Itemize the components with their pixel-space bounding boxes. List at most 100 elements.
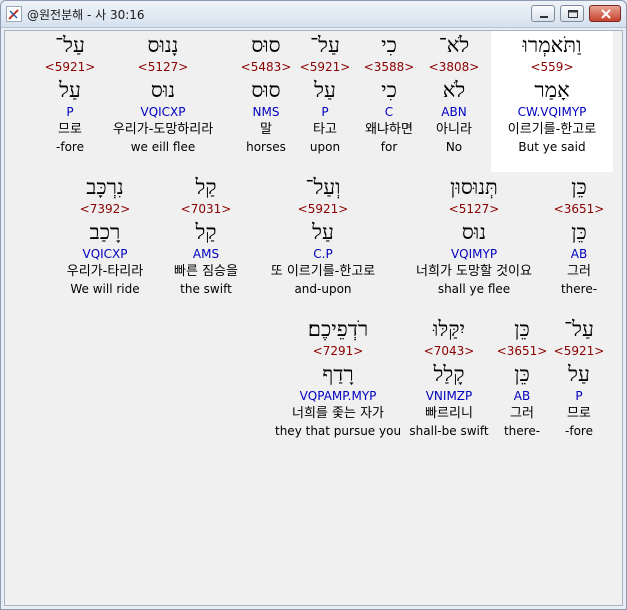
hebrew-word: כֵּן — [514, 317, 530, 341]
parse-code: ABN — [441, 105, 467, 119]
close-icon — [601, 9, 611, 19]
korean-gloss: 그러 — [510, 406, 534, 421]
strong-number[interactable]: <7043> — [407, 343, 491, 360]
strong-number[interactable]: <7031> — [161, 201, 251, 218]
english-gloss: there- — [560, 282, 598, 296]
lemma: סוּס — [251, 78, 281, 102]
lemma: נוּס — [461, 220, 487, 244]
window-title: @원전분해 - 사 30:16 — [27, 8, 145, 22]
word-cell[interactable]: תְּנוּסוּן <5127> נוּס VQIMYP 너희가 도망할 것이… — [399, 173, 549, 297]
english-gloss: the swift — [180, 282, 232, 296]
hebrew-word: נָנוּס — [147, 33, 179, 57]
lemma: כִי — [381, 78, 397, 102]
word-cell[interactable]: סוּס <5483> סוּס NMS 말 horses — [235, 31, 297, 155]
strong-number[interactable]: <5921> — [39, 59, 101, 76]
hebrew-word: קַל — [195, 175, 217, 199]
word-cell[interactable]: עַל־ <5921> עַל P 므로 -fore — [551, 315, 607, 439]
hebrew-word: תְּנוּסוּן — [450, 175, 498, 199]
parse-code: VQIMYP — [450, 247, 498, 261]
word-cell[interactable]: נִרְכָּב <7392> רָכַב VQICXP 우리가-타리라 We … — [55, 173, 155, 297]
app-icon[interactable] — [6, 6, 22, 22]
korean-gloss: 므로 — [567, 406, 591, 421]
strong-number[interactable]: <3651> — [493, 343, 551, 360]
strong-number[interactable]: <3651> — [545, 201, 613, 218]
english-gloss: We will ride — [70, 282, 140, 296]
parse-code: VQPAMP.MYP — [299, 389, 377, 403]
lemma: כֵּן — [514, 362, 530, 386]
word-cell[interactable]: לֹא־ <3808> לֹא ABN 아니라 No — [418, 31, 490, 155]
hebrew-word: עַל־ — [55, 33, 85, 57]
korean-gloss: 타고 — [313, 122, 337, 137]
strong-number[interactable]: <7392> — [55, 201, 155, 218]
strong-number[interactable]: <5127> — [101, 59, 225, 76]
strong-number[interactable]: <5483> — [235, 59, 297, 76]
parse-code: AB — [513, 389, 531, 403]
parse-code: P — [321, 105, 329, 119]
maximize-button[interactable] — [560, 5, 584, 22]
minimize-icon — [540, 16, 548, 18]
strong-number[interactable]: <5127> — [399, 201, 549, 218]
english-gloss: No — [445, 140, 463, 154]
parse-code: C — [384, 105, 394, 119]
parse-code: P — [575, 389, 583, 403]
lemma: עַל — [312, 220, 334, 244]
word-cell[interactable]: נָנוּס <5127> נוּס VQICXP 우리가-도망하리라 we e… — [101, 31, 225, 155]
word-cell[interactable]: עַל־ <5921> עַל P 므로 -fore — [39, 31, 101, 155]
hebrew-word: יִקַּלּוּ — [433, 317, 465, 341]
lemma: כֵּן — [571, 220, 587, 244]
lemma: לֹא — [442, 78, 466, 102]
verse-analysis-panel: וַתֹּאמְרוּ <559> אָמַר CW.VQIMYP 이르기를-한… — [4, 30, 623, 606]
hebrew-word: לֹא־ — [438, 33, 470, 57]
korean-gloss: 말 — [260, 122, 272, 137]
english-gloss: for — [380, 140, 398, 154]
parse-code: VQICXP — [82, 247, 128, 261]
word-cell[interactable]: כֵּן <3651> כֵּן AB 그러 there- — [545, 173, 613, 297]
hebrew-word: כֵּן — [571, 175, 587, 199]
strong-number[interactable]: <3808> — [418, 59, 490, 76]
title-bar[interactable]: @원전분해 - 사 30:16 — [1, 1, 626, 28]
korean-gloss: 빠르리니 — [425, 406, 473, 421]
word-cell[interactable]: וְעַל־ <5921> עַל C.P 또 이르기를-한고로 and-upo… — [253, 173, 393, 297]
korean-gloss: 그러 — [567, 264, 591, 279]
word-cell[interactable]: רֹדְפֵיכֶם׃ <7291> רָדַף VQPAMP.MYP 너희를 … — [275, 315, 401, 439]
parse-code: VQICXP — [140, 105, 186, 119]
strong-number[interactable]: <5921> — [551, 343, 607, 360]
strong-number[interactable]: <5921> — [253, 201, 393, 218]
parse-code: CW.VQIMYP — [517, 105, 587, 119]
parse-code: AB — [570, 247, 588, 261]
app-window: @원전분해 - 사 30:16 וַתֹּאמְרוּ <559> אָמַר … — [0, 0, 627, 610]
korean-gloss: 우리가-타리라 — [66, 264, 144, 279]
lemma: אָמַר — [534, 78, 570, 102]
korean-gloss: 너희를 좇는 자가 — [292, 406, 384, 421]
minimize-button[interactable] — [531, 5, 555, 22]
word-cell[interactable]: יִקַּלּוּ <7043> קָלַל VNIMZP 빠르리니 shall… — [407, 315, 491, 439]
strong-number[interactable]: <559> — [491, 59, 613, 76]
lemma: קָלַל — [433, 362, 465, 386]
english-gloss: shall-be swift — [409, 424, 489, 438]
english-gloss: there- — [503, 424, 541, 438]
english-gloss: and-upon — [294, 282, 352, 296]
strong-number[interactable]: <3588> — [353, 59, 425, 76]
hebrew-word: רֹדְפֵיכֶם׃ — [307, 317, 369, 341]
lemma: רָדַף — [322, 362, 354, 386]
english-gloss: they that pursue you — [275, 424, 402, 438]
lemma: עַל — [568, 362, 590, 386]
korean-gloss: 또 이르기를-한고로 — [270, 264, 376, 279]
parse-code: VNIMZP — [425, 389, 473, 403]
strong-number[interactable]: <7291> — [275, 343, 401, 360]
korean-gloss: 너희가 도망할 것이요 — [416, 264, 532, 279]
strong-number[interactable]: <5921> — [295, 59, 355, 76]
lemma: נוּס — [150, 78, 176, 102]
word-cell[interactable]: עַל־ <5921> עַל P 타고 upon — [295, 31, 355, 155]
word-cell[interactable]: וַתֹּאמְרוּ <559> אָמַר CW.VQIMYP 이르기를-한… — [491, 31, 613, 155]
word-cell[interactable]: כֵּן <3651> כֵּן AB 그러 there- — [493, 315, 551, 439]
hebrew-word: עַל־ — [310, 33, 340, 57]
lemma: עַל — [59, 78, 81, 102]
word-cell[interactable]: קַל <7031> קַל AMS 빠른 짐승을 the swift — [161, 173, 251, 297]
word-cell[interactable]: כִי <3588> כִי C 왜냐하면 for — [353, 31, 425, 155]
hebrew-word: סוּס — [251, 33, 281, 57]
close-button[interactable] — [589, 5, 621, 22]
lemma: קַל — [195, 220, 217, 244]
english-gloss: horses — [246, 140, 286, 154]
korean-gloss: 우리가-도망하리라 — [112, 122, 214, 137]
